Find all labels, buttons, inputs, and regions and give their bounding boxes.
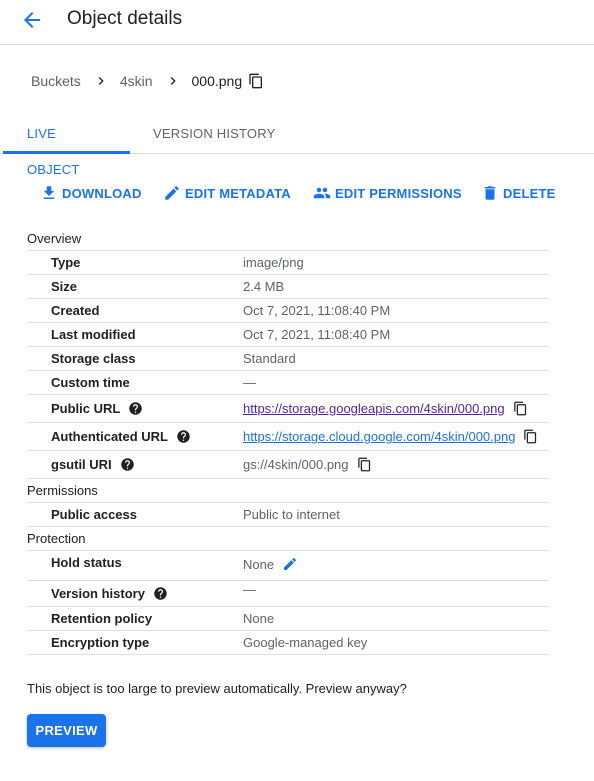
action-bar: DOWNLOAD EDIT METADATA EDIT PERMISSIONS … [0,184,594,206]
table-row: Encryption type Google-managed key [27,631,549,655]
row-value: None [243,611,275,626]
row-value-wrap: https://storage.googleapis.com/4skin/000… [243,401,528,416]
row-value: Standard [243,351,296,366]
chevron-right-icon [98,77,104,85]
trash-icon [484,186,496,200]
section-protection: Protection [27,527,549,551]
row-value: Oct 7, 2021, 11:08:40 PM [243,327,391,342]
row-key: Version history [51,586,145,601]
edit-permissions-label: EDIT PERMISSIONS [335,185,462,201]
chevron-right-icon [170,77,176,85]
row-value: — [243,375,256,390]
download-label: DOWNLOAD [62,185,142,201]
page-title: Object details [67,8,183,29]
help-icon[interactable] [153,586,168,601]
tab-live-object[interactable]: LIVE OBJECT [3,116,130,177]
row-key: Public URL [51,401,121,416]
tab-version-history[interactable]: VERSION HISTORY [129,116,299,154]
copy-icon[interactable] [248,73,264,89]
section-label: Permissions [27,483,98,498]
help-icon[interactable] [128,401,143,416]
row-value-wrap: None [243,556,298,572]
row-key-wrap: Authenticated URL [51,429,191,444]
edit-metadata-label: EDIT METADATA [185,185,291,201]
row-key: Public access [51,507,137,522]
table-row: Public access Public to internet [27,503,549,527]
row-key-wrap: Public URL [51,401,143,416]
breadcrumb-buckets[interactable]: Buckets [31,73,81,89]
row-value: Google-managed key [243,635,368,650]
object-details-table: Overview Type image/png Size 2.4 MB Crea… [27,227,549,655]
people-icon [313,187,331,199]
row-value-wrap: gs://4skin/000.png [243,457,372,472]
pencil-icon[interactable] [282,556,298,572]
tab-bar: LIVE OBJECT VERSION HISTORY [0,116,594,177]
copy-icon[interactable] [357,457,372,472]
delete-button[interactable]: DELETE [481,184,555,202]
authenticated-url-link[interactable]: https://storage.cloud.google.com/4skin/0… [243,429,515,444]
row-key: Custom time [51,375,130,390]
row-key: gsutil URI [51,457,112,472]
row-value: Oct 7, 2021, 11:08:40 PM [243,303,391,318]
breadcrumb-current: 000.png [191,73,243,89]
hold-status-value: None [243,556,275,572]
public-url-link[interactable]: https://storage.googleapis.com/4skin/000… [243,401,505,416]
gsutil-uri: gs://4skin/000.png [243,457,349,472]
table-row: Hold status None [27,551,549,581]
row-key: Storage class [51,351,136,366]
breadcrumb-bucket[interactable]: 4skin [120,73,153,89]
row-key: Hold status [51,555,122,570]
table-row: Version history — [27,581,549,607]
preview-button[interactable]: PREVIEW [27,714,106,747]
table-row: Type image/png [27,251,549,275]
row-key: Last modified [51,327,136,342]
table-row: Storage class Standard [27,347,549,371]
row-value-wrap: https://storage.cloud.google.com/4skin/0… [243,429,538,444]
table-row: Last modified Oct 7, 2021, 11:08:40 PM [27,323,549,347]
download-button[interactable]: DOWNLOAD [40,184,142,202]
back-arrow-icon[interactable] [20,8,44,32]
table-row: Custom time — [27,371,549,395]
help-icon[interactable] [120,457,135,472]
copy-icon[interactable] [523,429,538,444]
download-icon [43,186,55,199]
row-key-wrap: gsutil URI [51,457,135,472]
row-key: Retention policy [51,611,153,626]
table-row: Retention policy None [27,607,549,631]
delete-label: DELETE [503,185,556,201]
row-key: Size [51,279,78,294]
edit-metadata-button[interactable]: EDIT METADATA [163,184,291,202]
row-key-wrap: Version history [51,586,168,601]
table-row: Created Oct 7, 2021, 11:08:40 PM [27,299,549,323]
section-overview: Overview [27,227,549,251]
help-icon[interactable] [176,429,191,444]
row-value: Public to internet [243,507,340,522]
edit-permissions-button[interactable]: EDIT PERMISSIONS [313,184,462,202]
pencil-icon [165,186,179,200]
preview-notice: This object is too large to preview auto… [27,681,407,696]
row-key: Created [51,303,100,318]
row-value: 2.4 MB [243,279,285,294]
row-key: Encryption type [51,635,150,650]
copy-icon[interactable] [513,401,528,416]
row-value: — [243,582,256,597]
row-key: Authenticated URL [51,429,168,444]
page-header: Object details [0,0,594,45]
section-permissions: Permissions [27,479,549,503]
breadcrumb: Buckets 4skin 000.png [31,72,264,90]
row-key: Type [51,255,81,270]
table-row: gsutil URI gs://4skin/000.png [27,451,549,479]
row-value: image/png [243,255,304,270]
table-row: Public URL https://storage.googleapis.co… [27,395,549,423]
section-label: Protection [27,531,86,546]
table-row: Authenticated URL https://storage.cloud.… [27,423,549,451]
table-row: Size 2.4 MB [27,275,549,299]
section-label: Overview [27,231,82,246]
